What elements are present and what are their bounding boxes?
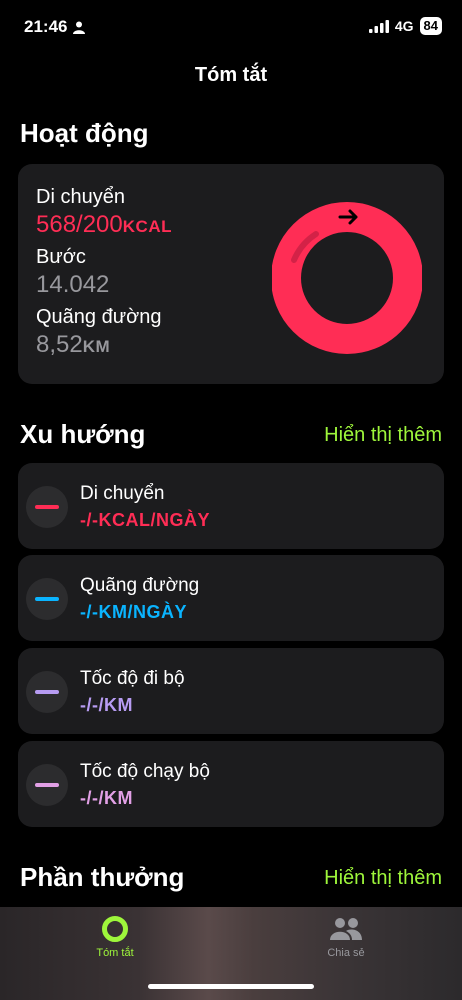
page-title: Tóm tắt [194, 64, 268, 86]
signal-icon [368, 19, 389, 33]
move-value: 568/200KCAL [36, 211, 172, 238]
tab-share-label: Chia sẻ [327, 947, 365, 959]
activity-section-title: Hoạt động [20, 118, 149, 148]
trend-label: Di chuyển [80, 483, 165, 504]
battery-indicator: 84 [419, 17, 442, 35]
activity-ring-icon [102, 916, 128, 942]
trend-dash-icon [26, 578, 68, 620]
trend-dash-icon [26, 671, 68, 713]
move-unit: KCAL [122, 217, 172, 236]
trend-label: Tốc độ chạy bộ [80, 761, 210, 782]
steps-value: 14.042 [36, 271, 110, 298]
status-bar: 21:46 4G 84 [0, 0, 462, 56]
steps-label: Bước [36, 246, 86, 268]
move-label: Di chuyển [36, 186, 125, 208]
trend-card-distance[interactable]: Quãng đường -/-KM/NGÀY [18, 555, 444, 641]
trend-dash-icon [26, 764, 68, 806]
trend-value: -/-KM/NGÀY [80, 602, 187, 622]
trend-card-move[interactable]: Di chuyển -/-KCAL/NGÀY [18, 463, 444, 549]
tab-share[interactable]: Chia sẻ [286, 915, 406, 959]
tab-summary-label: Tóm tắt [96, 947, 134, 959]
home-indicator[interactable] [148, 984, 314, 989]
trend-card-running-pace[interactable]: Tốc độ chạy bộ -/-/KM [18, 741, 444, 827]
awards-show-more-link[interactable]: Hiển thị thêm [324, 867, 442, 890]
trend-value: -/-/KM [80, 788, 133, 808]
awards-section-title: Phần thưởng [20, 862, 185, 892]
trend-label: Tốc độ đi bộ [80, 668, 185, 689]
trend-dash-icon [26, 486, 68, 528]
trend-value: -/-/KM [80, 695, 133, 715]
people-icon [330, 918, 362, 940]
status-indicators: 4G 84 [368, 17, 442, 35]
person-icon [73, 21, 86, 34]
trends-show-more-link[interactable]: Hiển thị thêm [324, 424, 442, 447]
trend-value: -/-KCAL/NGÀY [80, 510, 210, 530]
move-ring [272, 202, 422, 354]
trend-label: Quãng đường [80, 575, 200, 596]
distance-value: 8,52KM [36, 331, 111, 358]
distance-label: Quãng đường [36, 306, 162, 328]
status-time: 21:46 [24, 17, 86, 37]
activity-card[interactable]: Di chuyển 568/200KCAL Bước 14.042 Quãng … [18, 164, 444, 384]
tab-summary[interactable]: Tóm tắt [55, 915, 175, 959]
trend-card-walking-pace[interactable]: Tốc độ đi bộ -/-/KM [18, 648, 444, 734]
network-type: 4G [394, 18, 414, 34]
trends-section-title: Xu hướng [20, 419, 146, 449]
distance-unit: KM [82, 337, 111, 356]
